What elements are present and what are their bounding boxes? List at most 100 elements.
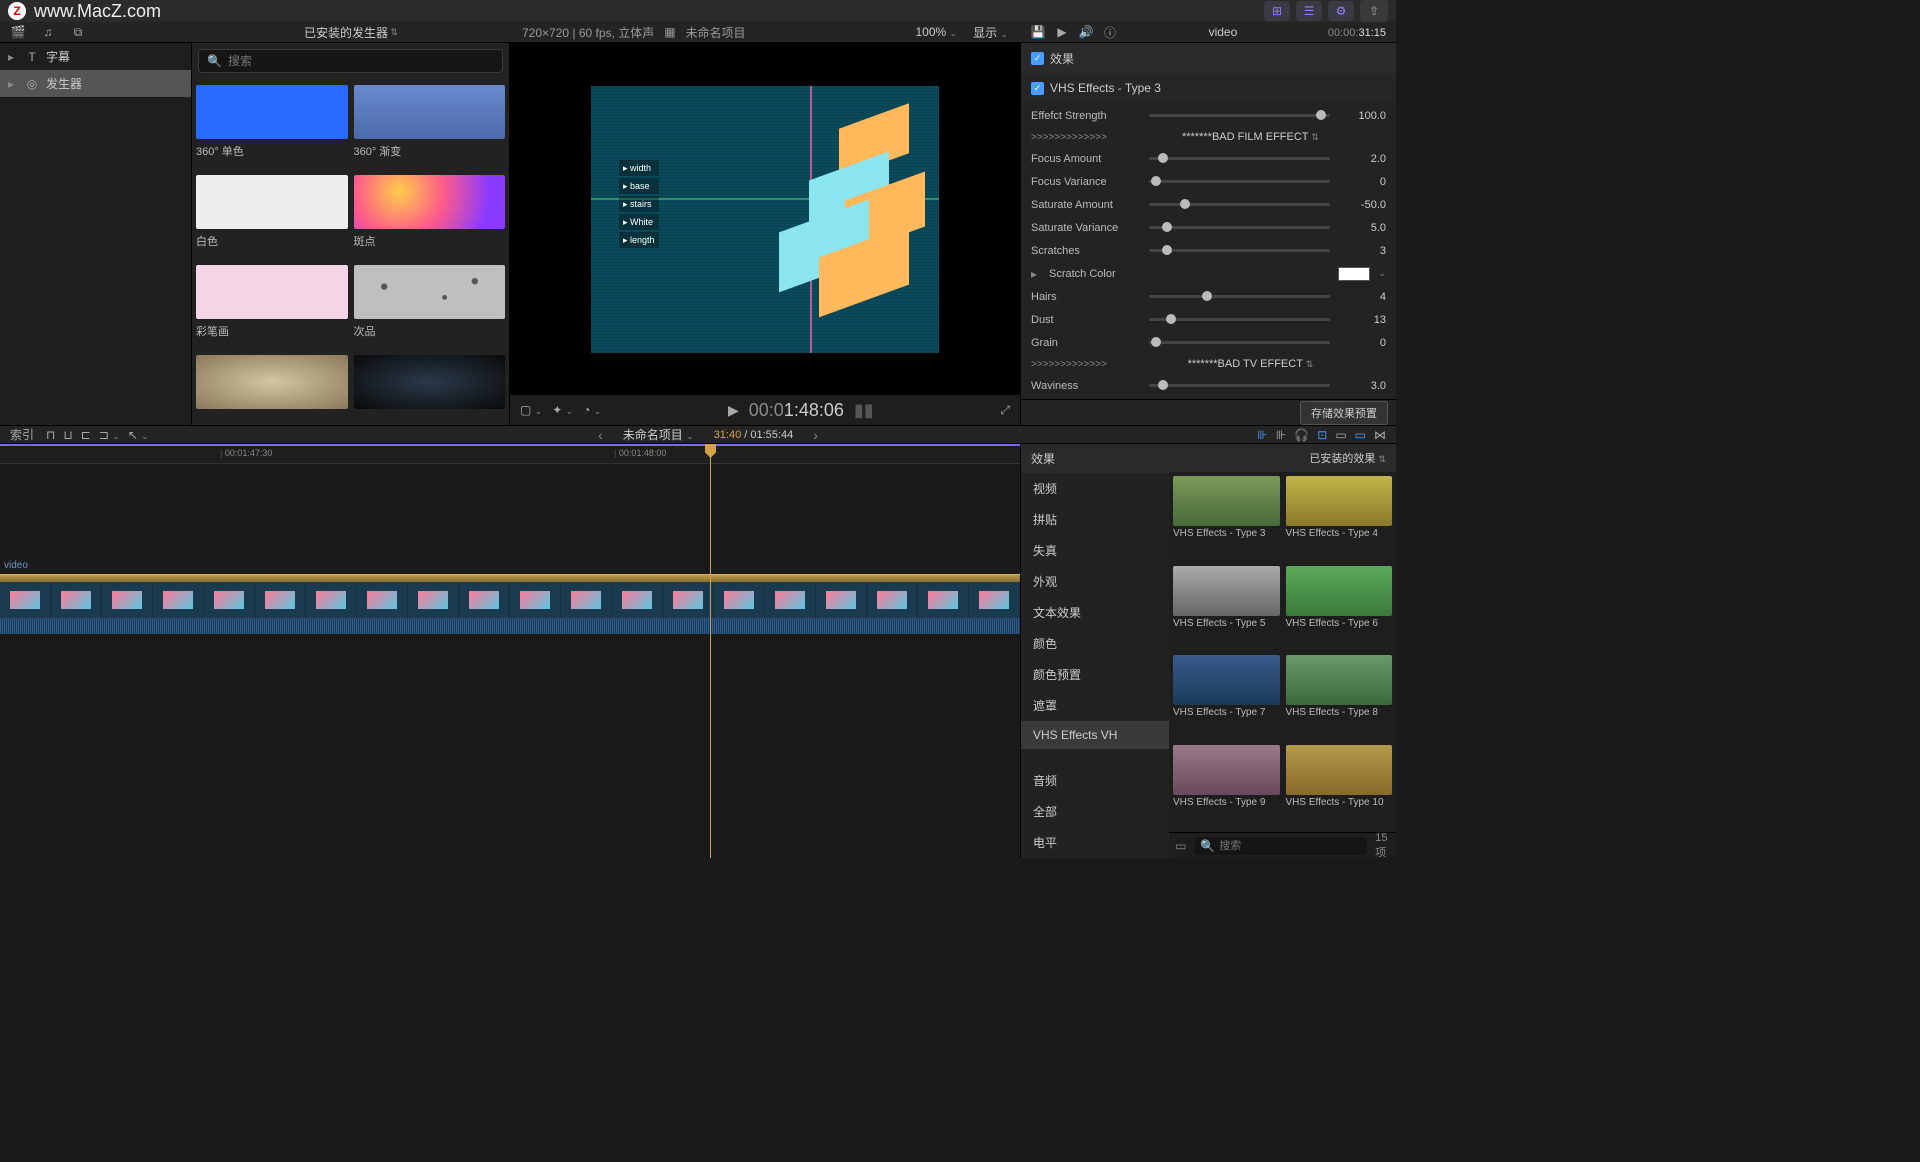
effect-item-header[interactable]: ✓ VHS Effects - Type 3 <box>1021 74 1396 102</box>
fx-category-item[interactable]: 遮罩 <box>1021 690 1169 721</box>
timeline-ruler[interactable]: | 00:01:47:30 | 00:01:48:00 <box>0 444 1020 464</box>
index-button[interactable]: 索引 <box>10 426 34 443</box>
enhance-tool-icon[interactable]: ✦ ⌄ <box>552 403 573 417</box>
fx-category-item[interactable]: 音频 <box>1021 765 1169 796</box>
fx-result-card[interactable]: VHS Effects - Type 9 <box>1173 745 1280 829</box>
param-slider[interactable] <box>1149 157 1330 160</box>
chevron-down-icon[interactable]: ⌄ <box>1378 268 1386 279</box>
fx-result-card[interactable]: VHS Effects - Type 6 <box>1286 566 1393 650</box>
transitions-browser-icon[interactable]: ⋈ <box>1374 428 1386 442</box>
fx-search-field[interactable]: 🔍 <box>1194 837 1367 855</box>
sliders-icon[interactable]: ⚙ <box>1328 1 1354 21</box>
layout-grid-icon[interactable]: ⊞ <box>1264 1 1290 21</box>
timeline-tool-1-icon[interactable]: ⊓ <box>46 428 55 442</box>
clip-title-bar[interactable] <box>0 574 1020 582</box>
timeline[interactable]: | 00:01:47:30 | 00:01:48:00 video <box>0 444 1020 858</box>
param-slider[interactable] <box>1149 249 1330 252</box>
timeline-tool-3-icon[interactable]: ⊏ <box>81 428 91 442</box>
param-value[interactable]: 3 <box>1338 245 1386 257</box>
fx-category-item[interactable]: 颜色预置 <box>1021 659 1169 690</box>
transform-tool-icon[interactable]: ▢ ⌄ <box>520 403 542 417</box>
viewer-canvas[interactable]: ▸ width▸ base▸ stairs▸ White▸ length <box>510 43 1020 395</box>
effects-enable-checkbox[interactable]: ✓ <box>1031 52 1044 65</box>
param-slider[interactable] <box>1149 226 1330 229</box>
fx-installed-dropdown[interactable]: 已安装的效果 ⇅ <box>1309 450 1386 466</box>
fx-result-card[interactable]: VHS Effects - Type 5 <box>1173 566 1280 650</box>
param-slider[interactable] <box>1149 318 1330 321</box>
fx-result-card[interactable]: VHS Effects - Type 8 <box>1286 655 1393 739</box>
param-value[interactable]: 4 <box>1338 291 1386 303</box>
generator-card[interactable]: 360° 渐变 <box>354 85 506 165</box>
generator-card[interactable]: 斑点 <box>354 175 506 255</box>
timeline-project-dropdown[interactable]: 未命名项目 ⌄ <box>623 426 694 443</box>
video-track[interactable]: video <box>0 574 1020 634</box>
titles-library-icon[interactable]: ⧉ <box>68 22 88 42</box>
save-effect-preset-button[interactable]: 存储效果预置 <box>1300 401 1388 425</box>
fx-category-item[interactable]: 颜色 <box>1021 628 1169 659</box>
param-value[interactable]: 13 <box>1338 314 1386 326</box>
generator-card[interactable] <box>196 355 348 419</box>
selection-tool-icon[interactable]: ↖ ⌄ <box>128 428 149 442</box>
skimming-icon[interactable]: ⊪ <box>1257 428 1267 442</box>
fx-category-item[interactable]: 拼贴 <box>1021 504 1169 535</box>
param-slider[interactable] <box>1149 203 1330 206</box>
share-button[interactable]: ⇧ <box>1360 0 1388 22</box>
fx-result-card[interactable]: VHS Effects - Type 4 <box>1286 476 1393 560</box>
browser-search-input[interactable] <box>228 54 494 68</box>
play-button[interactable]: ▶ <box>728 402 739 419</box>
fx-category-item[interactable]: VHS Effects VH <box>1021 721 1169 749</box>
generator-card[interactable]: 彩笔画 <box>196 265 348 345</box>
chevron-updown-icon[interactable]: ⇅ <box>388 27 398 38</box>
save-icon[interactable]: 💾 <box>1030 24 1046 40</box>
video-inspector-icon[interactable]: ▶ <box>1054 24 1070 40</box>
param-slider[interactable] <box>1149 180 1330 183</box>
timeline-next-icon[interactable]: › <box>813 427 818 443</box>
param-slider[interactable] <box>1149 295 1330 298</box>
fx-category-item[interactable]: 外观 <box>1021 566 1169 597</box>
sidebar-item-subtitles[interactable]: ▸ T 字幕 <box>0 43 191 70</box>
fx-search-input[interactable] <box>1219 840 1361 852</box>
timeline-prev-icon[interactable]: ‹ <box>598 427 603 443</box>
fullscreen-icon[interactable]: ⤢ <box>1000 403 1010 417</box>
sidebar-item-generators[interactable]: ▸ ◎ 发生器 <box>0 70 191 97</box>
fx-category-item[interactable]: 文本效果 <box>1021 597 1169 628</box>
info-inspector-icon[interactable]: ⓘ <box>1102 24 1118 40</box>
param-value[interactable]: 0 <box>1338 337 1386 349</box>
param-value[interactable]: 100.0 <box>1338 110 1386 122</box>
param-value[interactable]: 0 <box>1338 176 1386 188</box>
param-value[interactable]: 5.0 <box>1338 222 1386 234</box>
generator-card[interactable]: 次品 <box>354 265 506 345</box>
generator-card[interactable] <box>354 355 506 419</box>
snapping-icon[interactable]: ⊡ <box>1317 428 1327 442</box>
browser-search-field[interactable]: 🔍 <box>198 49 503 73</box>
effects-browser-icon[interactable]: ▭ <box>1355 428 1366 442</box>
fx-category-item[interactable]: 视频 <box>1021 473 1169 504</box>
browser-title[interactable]: 已安装的发生器 <box>304 24 388 41</box>
fx-result-card[interactable]: VHS Effects - Type 10 <box>1286 745 1393 829</box>
param-slider[interactable] <box>1149 384 1330 387</box>
music-library-icon[interactable]: ♫ <box>38 22 58 42</box>
param-slider[interactable] <box>1149 114 1330 117</box>
param-value[interactable]: -50.0 <box>1338 199 1386 211</box>
effect-enable-checkbox[interactable]: ✓ <box>1031 82 1044 95</box>
fx-result-card[interactable]: VHS Effects - Type 3 <box>1173 476 1280 560</box>
retime-tool-icon[interactable]: ◔ ⌄ <box>583 403 601 417</box>
audio-skimming-icon[interactable]: ⊪ <box>1276 428 1286 442</box>
fx-category-item[interactable]: 全部 <box>1021 796 1169 827</box>
display-dropdown[interactable]: 显示 ⌄ <box>973 24 1008 41</box>
fx-category-item[interactable]: 电平 <box>1021 827 1169 858</box>
audio-inspector-icon[interactable]: 🔊 <box>1078 24 1094 40</box>
clip-audio-waveform[interactable] <box>0 618 1020 634</box>
fx-result-card[interactable]: VHS Effects - Type 7 <box>1173 655 1280 739</box>
param-value[interactable]: 2.0 <box>1338 153 1386 165</box>
clip-filmstrip[interactable] <box>0 582 1020 618</box>
color-swatch[interactable] <box>1338 267 1370 281</box>
generator-card[interactable]: 白色 <box>196 175 348 255</box>
fx-view-mode-icon[interactable]: ▭ <box>1175 839 1186 853</box>
layout-list-icon[interactable]: ☰ <box>1296 1 1322 21</box>
media-library-icon[interactable]: 🎬 <box>8 22 28 42</box>
disclosure-caret-icon[interactable]: ▸ <box>1031 267 1041 281</box>
timeline-view-icon[interactable]: ▭ <box>1335 428 1346 442</box>
generator-card[interactable]: 360° 单色 <box>196 85 348 165</box>
param-slider[interactable] <box>1149 341 1330 344</box>
